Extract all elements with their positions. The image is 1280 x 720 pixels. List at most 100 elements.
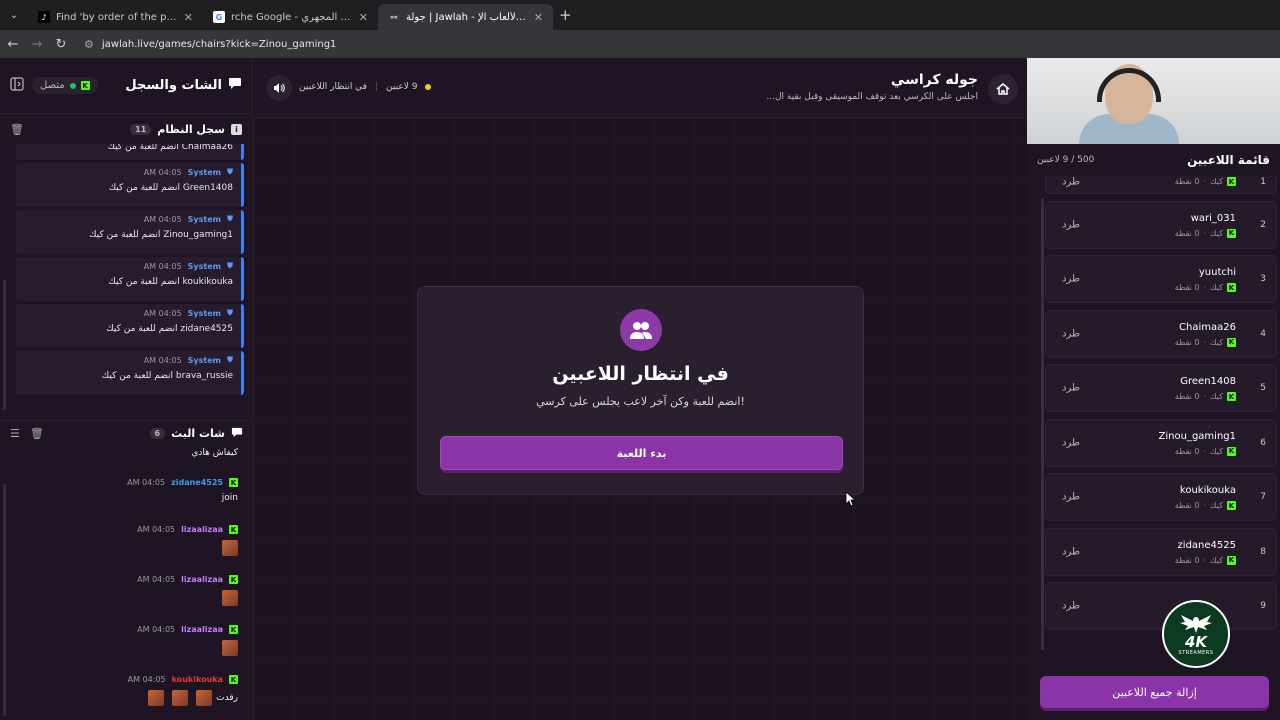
- system-message: Zinou_gaming1 انضم للعبة من كيك: [89, 230, 233, 240]
- google-icon: G: [213, 11, 225, 23]
- chat-panel-title: الشات والسجل: [125, 77, 242, 94]
- status-dot: [69, 82, 76, 89]
- streamer-logo: 4K STREAMERS: [1162, 600, 1230, 668]
- remove-all-players-button[interactable]: إزالة جميع اللاعبين: [1040, 676, 1269, 708]
- eagle-icon: [1180, 614, 1212, 633]
- system-log-count: 11: [130, 123, 152, 135]
- site-info-icon[interactable]: ⚙: [84, 38, 94, 51]
- list-item: ⛊ System 04:05 AM brava_russie انضم للعب…: [16, 351, 244, 395]
- robot-icon: ⛊: [227, 355, 233, 364]
- player-number: 1: [1260, 177, 1266, 188]
- chat-message: رقدت: [18, 690, 238, 706]
- separator: ·: [1203, 446, 1207, 456]
- timestamp: 04:05 AM: [127, 675, 166, 684]
- kick-player-button[interactable]: طرد: [1062, 437, 1080, 448]
- timestamp: 04:05 AM: [127, 478, 166, 487]
- player-number: 2: [1260, 219, 1266, 230]
- list-item: K lizaalizaa 04:05 AM: [12, 521, 244, 563]
- home-icon: [996, 83, 1010, 95]
- kick-player-button[interactable]: طرد: [1062, 492, 1080, 503]
- tab-title: rche Google - دب الماء المجهري: [231, 11, 353, 23]
- close-icon[interactable]: ✕: [359, 11, 368, 24]
- message-meta: ⛊ System 04:05 AM: [24, 261, 233, 271]
- kick-icon: K: [1227, 446, 1236, 456]
- kick-player-button[interactable]: طرد: [1062, 328, 1080, 339]
- player-card: 9 طرد: [1045, 582, 1277, 630]
- align-icon[interactable]: ☰: [10, 427, 20, 440]
- kick-player-button[interactable]: طرد: [1062, 546, 1080, 557]
- list-item: ⛊ System 04:05 AM zidane4525 انضم للعبة …: [16, 304, 244, 348]
- chat-panel-header: الشات والسجل متصل K: [0, 58, 252, 114]
- kick-player-button[interactable]: طرد: [1062, 383, 1080, 394]
- reload-icon[interactable]: ↻: [54, 37, 68, 52]
- kick-player-button[interactable]: طرد: [1062, 601, 1080, 612]
- stream-chat-count: 6: [149, 428, 166, 439]
- message-meta: ⛊ System 04:05 AM: [24, 308, 233, 318]
- start-game-button[interactable]: بدء اللعبة: [440, 436, 843, 470]
- player-name: Green1408: [1180, 376, 1236, 387]
- system-message: Chaimaa26 انضم للعبة من كيك: [107, 144, 233, 152]
- kick-icon: K: [229, 625, 238, 634]
- clear-log-icon[interactable]: 🗑: [10, 123, 24, 136]
- back-icon[interactable]: ←: [6, 37, 20, 52]
- timestamp: 04:05 AM: [143, 355, 182, 365]
- player-points: 0 نقطة: [1174, 177, 1200, 186]
- players-panel-count: 500 / 9 لاعبين: [1037, 155, 1095, 165]
- log-scrollbar[interactable]: [3, 280, 6, 410]
- sender-name: System: [187, 355, 221, 365]
- chat-username[interactable]: zidane4525: [171, 478, 223, 487]
- jawlah-icon: ⚯: [390, 12, 398, 22]
- emote-image: [196, 690, 213, 706]
- chat-username[interactable]: koukikouka: [172, 675, 223, 684]
- chat-message: كيفاش هادي: [191, 448, 238, 458]
- forward-icon[interactable]: →: [30, 37, 44, 52]
- player-card: 2 wari_031 K كيك · 0 نقطة طرد: [1045, 200, 1277, 249]
- separator: ·: [1203, 392, 1207, 401]
- emote-image: [148, 690, 165, 706]
- sound-button[interactable]: [266, 75, 292, 101]
- list-item: K lizaalizaa 04:05 AM: [12, 621, 244, 663]
- player-number: 8: [1260, 546, 1266, 557]
- robot-icon: ⛊: [227, 308, 233, 317]
- collapse-panel-icon[interactable]: [10, 77, 24, 94]
- kick-icon: K: [1227, 337, 1236, 347]
- info-icon: i: [231, 123, 242, 135]
- chat-scrollbar[interactable]: [3, 484, 6, 716]
- browser-tab-3[interactable]: ⚯ جولة | Jawlah - منصة الألعاب الإ ✕: [378, 4, 553, 30]
- chat-username[interactable]: lizaalizaa: [181, 525, 223, 534]
- players-scrollbar[interactable]: [1041, 198, 1044, 650]
- modal-description: انضم للعبة وكن آخر لاعب يجلس على كرسي!: [536, 395, 745, 408]
- separator: ·: [1203, 177, 1207, 186]
- browser-tab-1[interactable]: ♪ Find 'by order of the peaky blin ✕: [28, 4, 203, 30]
- new-tab-button[interactable]: +: [559, 6, 572, 24]
- kick-player-button[interactable]: طرد: [1062, 177, 1080, 188]
- players-panel-header: قائمة اللاعبين 500 / 9 لاعبين: [1027, 148, 1280, 172]
- stream-chat-title-text: شات البث: [171, 427, 225, 440]
- chat-username[interactable]: lizaalizaa: [181, 625, 223, 634]
- emote-image: [222, 540, 238, 556]
- stream-chat-header: شات البث 6 ☰ 🗑: [0, 420, 253, 446]
- player-meta: K كيك · 0 نقطة: [1175, 228, 1236, 238]
- tab-search-button[interactable]: ⌄: [4, 5, 24, 25]
- kick-icon: K: [1227, 555, 1236, 565]
- address-bar[interactable]: ⚙ jawlah.live/games/chairs?kick=Zinou_ga…: [84, 38, 336, 51]
- browser-tab-2[interactable]: G rche Google - دب الماء المجهري ✕: [203, 4, 378, 30]
- player-card: 4 Chaimaa26 K كيك · 0 نقطة طرد: [1045, 309, 1277, 358]
- clear-chat-icon[interactable]: 🗑: [30, 427, 44, 440]
- close-icon[interactable]: ✕: [184, 11, 193, 24]
- home-button[interactable]: [988, 74, 1018, 104]
- timestamp: 04:05 AM: [137, 575, 176, 584]
- timestamp: 04:05 AM: [137, 625, 176, 634]
- kick-player-button[interactable]: طرد: [1062, 219, 1080, 230]
- chat-message: [18, 590, 238, 609]
- message-meta: K zidane4525 04:05 AM: [18, 478, 238, 487]
- chat-message: [18, 540, 238, 559]
- player-meta: K كيك · 0 نقطة: [1175, 555, 1236, 565]
- player-name: wari_031: [1190, 212, 1236, 224]
- kick-icon: K: [80, 81, 90, 90]
- chat-username[interactable]: lizaalizaa: [181, 575, 223, 584]
- kick-player-button[interactable]: طرد: [1062, 274, 1080, 285]
- close-icon[interactable]: ✕: [534, 11, 543, 24]
- modal-title: في انتظار اللاعبين: [552, 363, 729, 385]
- player-card: 3 yuutchi K كيك · 0 نقطة طرد: [1045, 255, 1277, 303]
